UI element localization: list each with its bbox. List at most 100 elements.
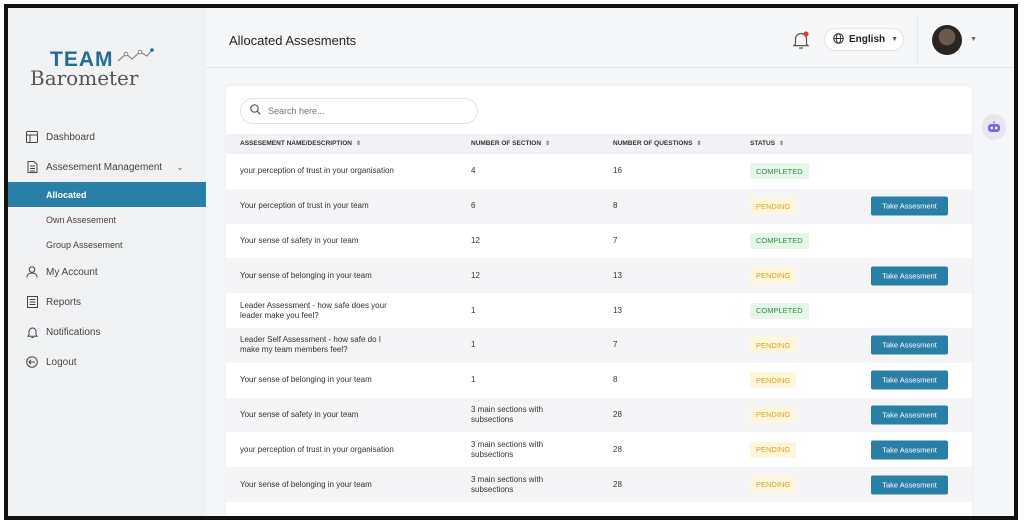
number-of-questions-cell: 16 [613, 166, 622, 176]
number-of-questions-cell: 13 [613, 305, 622, 315]
sidebar-subitem-own-assesement[interactable]: Own Assesement [8, 207, 206, 232]
caret-down-icon[interactable]: ▼ [970, 36, 977, 43]
status-badge: PENDING [750, 267, 797, 284]
number-of-sections-cell: 4 [471, 166, 476, 176]
status-badge: COMPLETED [750, 232, 809, 249]
assesement-name-cell: Your sense of belonging in your team [240, 270, 372, 280]
take-assesment-button[interactable]: Take Assesment [871, 196, 948, 216]
logout-icon [26, 356, 38, 368]
sidebar-item-assesement-management[interactable]: Assesement Management ⌄ [8, 152, 206, 182]
logo-barometer-text: Barometer [30, 66, 139, 90]
sidebar-item-logout[interactable]: Logout [8, 347, 206, 377]
table-header: ASSESEMENT NAME/DESCRIPTION ⇕ NUMBER OF … [226, 134, 972, 154]
document-icon [26, 161, 38, 173]
number-of-sections-cell: 12 [471, 235, 480, 245]
chevron-down-icon[interactable]: ⌄ [176, 162, 184, 173]
number-of-sections-cell: 1 [471, 340, 476, 350]
number-of-sections-cell: 1 [471, 375, 476, 385]
sidebar-subitem-allocated[interactable]: Allocated [8, 182, 206, 207]
column-header-label: ASSESEMENT NAME/DESCRIPTION [240, 140, 352, 147]
caret-down-icon: ▼ [891, 36, 899, 43]
column-header-questions[interactable]: NUMBER OF QUESTIONS ⇕ [613, 140, 701, 147]
status-badge: PENDING [750, 441, 797, 458]
sidebar-item-label: Reports [46, 296, 82, 308]
table-row: Your sense of safety in your team 12 7 COMP… [226, 224, 972, 259]
language-selector[interactable]: English ▼ [824, 28, 904, 51]
number-of-questions-cell: 8 [613, 201, 618, 211]
search-input[interactable] [268, 106, 468, 116]
table-row: your perception of trust in your organis… [226, 154, 972, 189]
assesement-name-cell: Your sense of belonging in your team [240, 479, 372, 489]
take-assesment-button[interactable]: Take Assesment [871, 266, 948, 286]
logo-graph-icon [117, 48, 154, 62]
status-badge: PENDING [750, 372, 797, 389]
table-row: Leader Self Assessment - how safe do I m… [226, 327, 972, 363]
sort-icon[interactable]: ⇕ [779, 140, 784, 147]
assesement-name-cell: your perception of trust in your organis… [240, 444, 394, 454]
chatbot-icon[interactable] [982, 114, 1006, 140]
column-header-sections[interactable]: NUMBER OF SECTION ⇕ [471, 140, 550, 147]
globe-icon [833, 32, 844, 47]
column-header-status[interactable]: STATUS ⇕ [750, 140, 784, 147]
column-header-label: STATUS [750, 140, 776, 147]
sidebar-item-label: Logout [46, 356, 77, 368]
assesments-card: ASSESEMENT NAME/DESCRIPTION ⇕ NUMBER OF … [226, 86, 972, 516]
status-badge: PENDING [750, 406, 797, 423]
column-header-label: NUMBER OF QUESTIONS [613, 140, 693, 147]
status-badge: COMPLETED [750, 302, 809, 319]
sort-icon[interactable]: ⇕ [545, 140, 550, 147]
take-assesment-button[interactable]: Take Assesment [871, 335, 948, 355]
take-assesment-button[interactable]: Take Assesment [871, 475, 948, 495]
sidebar-nav: Dashboard Assesement Management ⌄ Alloca… [8, 122, 206, 377]
sidebar-subitem-label: Own Assesement [46, 214, 117, 225]
sidebar: TEAM Barometer Dashboard Assesement Mana… [8, 8, 206, 516]
assesement-name-cell: Your perception of trust in your team [240, 201, 369, 211]
number-of-questions-cell: 7 [613, 340, 618, 350]
number-of-questions-cell: 7 [613, 235, 618, 245]
sidebar-subitem-group-assesement[interactable]: Group Assesement [8, 232, 206, 257]
table-row: Your sense of belonging in your team 1 8 PE… [226, 363, 972, 398]
number-of-questions-cell: 28 [613, 479, 622, 489]
number-of-sections-cell: 3 main sections with subsections [471, 439, 544, 459]
status-badge: PENDING [750, 198, 797, 215]
sidebar-item-label: Assesement Management [46, 161, 163, 173]
assesement-name-cell: your perception of trust in your organis… [240, 166, 394, 176]
number-of-questions-cell: 13 [613, 270, 622, 280]
number-of-sections-cell: 3 main sections with subsections [471, 404, 544, 424]
sidebar-item-reports[interactable]: Reports [8, 287, 206, 317]
header-divider [917, 16, 918, 64]
table-row: Your sense of safety in your team 3 main … [226, 397, 972, 433]
status-badge: PENDING [750, 476, 797, 493]
take-assesment-button[interactable]: Take Assesment [871, 440, 948, 460]
sidebar-item-my-account[interactable]: My Account [8, 257, 206, 287]
assesement-name-cell: Your sense of safety in your team [240, 409, 359, 419]
notification-bell-icon[interactable] [792, 30, 810, 50]
table-body: your perception of trust in your organis… [226, 154, 972, 502]
assesement-name-cell: Leader Assessment - how safe does your l… [240, 300, 387, 320]
take-assesment-button[interactable]: Take Assesment [871, 370, 948, 390]
user-icon [26, 266, 38, 278]
number-of-questions-cell: 8 [613, 375, 618, 385]
app-window: TEAM Barometer Dashboard Assesement Mana… [4, 4, 1018, 520]
assesement-name-cell: Your sense of belonging in your team [240, 375, 372, 385]
sidebar-item-label: My Account [46, 266, 98, 278]
avatar[interactable] [932, 25, 962, 55]
take-assesment-button[interactable]: Take Assesment [871, 405, 948, 425]
table-row: Your perception of trust in your team 6 8 P… [226, 188, 972, 224]
dashboard-icon [26, 131, 38, 143]
number-of-sections-cell: 12 [471, 270, 480, 280]
search-icon [250, 102, 261, 120]
page-title: Allocated Assesments [229, 33, 357, 48]
table-row: Your sense of belonging in your team 3 ma… [226, 467, 972, 502]
number-of-questions-cell: 28 [613, 444, 622, 454]
table-row: Your sense of belonging in your team 12 13… [226, 258, 972, 294]
sort-icon[interactable]: ⇕ [356, 140, 361, 147]
sidebar-subitem-label: Group Assesement [46, 239, 123, 250]
sidebar-item-notifications[interactable]: Notifications [8, 317, 206, 347]
sort-icon[interactable]: ⇕ [696, 140, 701, 147]
sidebar-item-label: Dashboard [46, 131, 95, 143]
sidebar-item-dashboard[interactable]: Dashboard [8, 122, 206, 152]
column-header-label: NUMBER OF SECTION [471, 140, 542, 147]
column-header-name[interactable]: ASSESEMENT NAME/DESCRIPTION ⇕ [240, 140, 361, 147]
search-box[interactable] [240, 98, 478, 124]
